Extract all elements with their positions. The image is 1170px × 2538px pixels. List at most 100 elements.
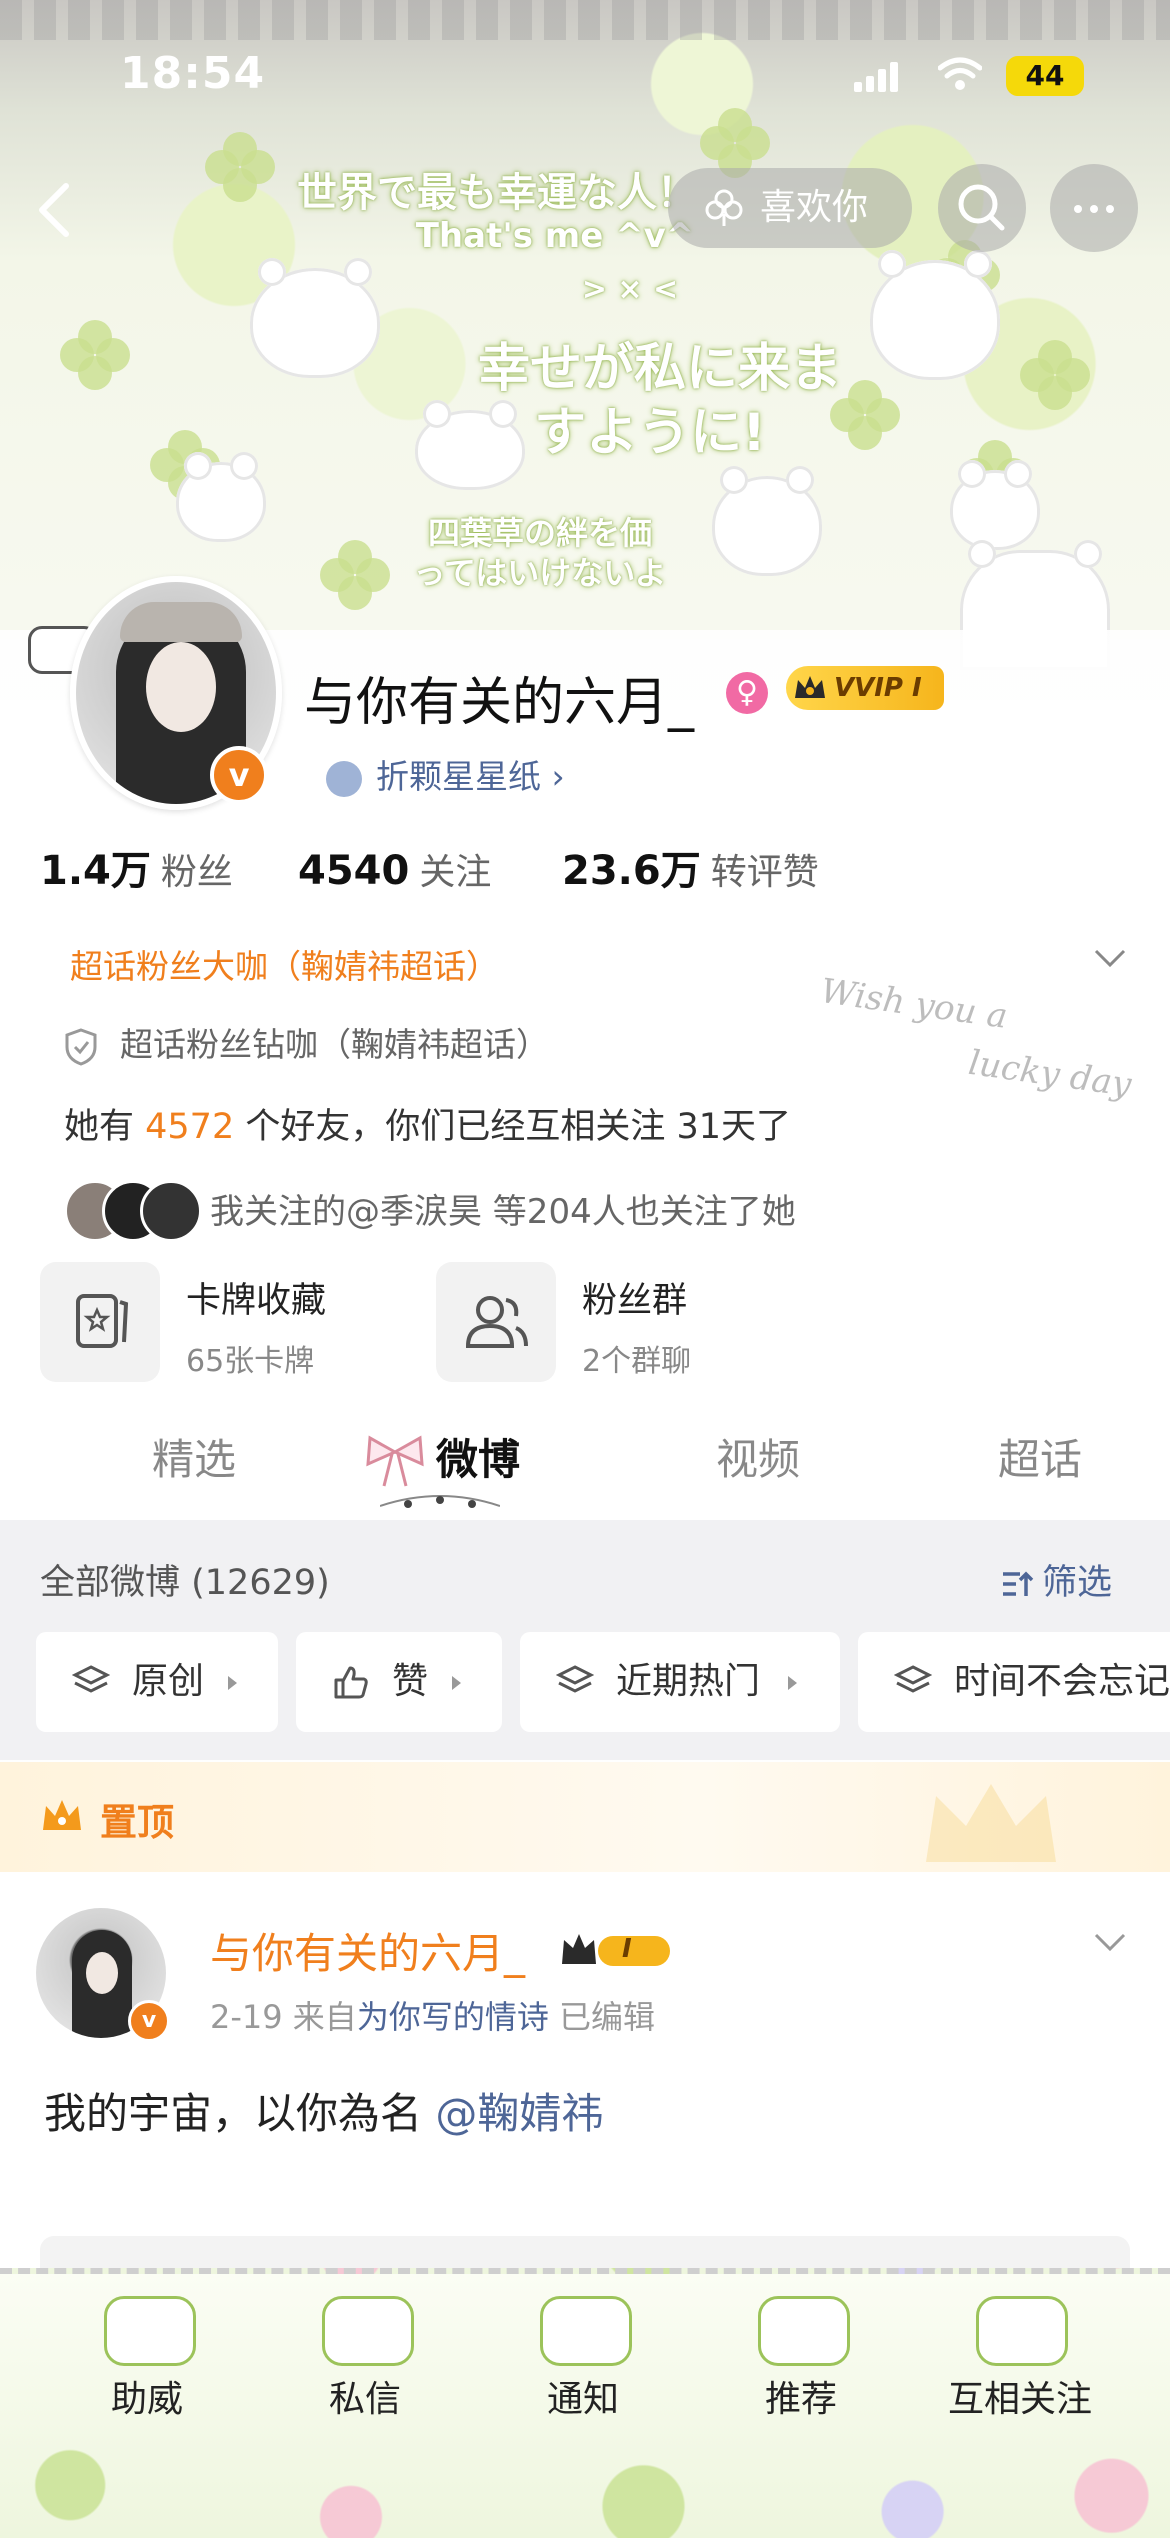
chip-recent-hot-label: 近期热门 xyxy=(616,1661,761,1702)
interactions-stat[interactable]: 23.6万 转评赞 xyxy=(562,846,819,898)
music-notes-icon xyxy=(380,1495,500,1508)
tab-supertopic[interactable]: 超话 xyxy=(998,1426,1082,1487)
post-meta: 2-19 来自为你写的情诗 已编辑 xyxy=(210,1992,655,2038)
mutual-followers-text[interactable]: 我关注的@季涙昊 等204人也关注了她 xyxy=(210,1184,796,1233)
chip-time-collection[interactable]: 时间不会忘记 xyxy=(858,1632,1170,1732)
filter-icon xyxy=(1003,1571,1034,1596)
post-edited-label: 已编辑 xyxy=(548,1998,656,2036)
vip-label: VVIP I xyxy=(834,673,922,703)
bottom-notify-button[interactable]: 通知 xyxy=(506,2370,660,2422)
interactions-label: 转评赞 xyxy=(710,852,819,893)
caret-right-icon xyxy=(452,1676,461,1690)
cellular-signal-icon xyxy=(854,62,898,92)
followers-stat[interactable]: 1.4万 粉丝 xyxy=(40,846,233,898)
like-you-button[interactable]: 喜欢你 xyxy=(668,168,912,248)
post-text: 我的宇宙，以你為名 @鞠婧祎 xyxy=(44,2080,603,2141)
crown-icon xyxy=(795,676,825,698)
chevron-down-icon[interactable] xyxy=(1092,1930,1128,1954)
wifi-icon xyxy=(938,57,982,90)
post-verified-badge: v xyxy=(128,2000,170,2042)
layers-icon xyxy=(556,1665,594,1693)
followers-label: 粉丝 xyxy=(160,852,233,893)
post-mention-link[interactable]: @鞠婧祎 xyxy=(435,2089,603,2138)
search-button[interactable] xyxy=(938,164,1026,252)
filter-label: 筛选 xyxy=(1042,1563,1113,1603)
post-vip-badge xyxy=(562,1934,670,1966)
like-you-label: 喜欢你 xyxy=(760,187,869,228)
clover-decoration xyxy=(1020,340,1090,410)
crown-watermark-icon xyxy=(926,1784,1056,1862)
notification-icon xyxy=(540,2296,632,2366)
chip-time-collection-label: 时间不会忘记 xyxy=(954,1661,1170,1702)
post-vip-label: I xyxy=(622,1934,632,1964)
layers-icon xyxy=(72,1665,110,1693)
clover-outline-icon xyxy=(705,189,743,226)
caret-right-icon xyxy=(228,1676,237,1690)
card-collection-tile[interactable] xyxy=(40,1262,160,1382)
banner-text: 世界で最も幸運な人！ xyxy=(297,170,697,216)
cheer-icon xyxy=(104,2296,196,2366)
mutual-follower-avatars[interactable] xyxy=(64,1180,202,1242)
supertopic-secondary-label: 超话粉丝钻咖（鞠婧祎超话） xyxy=(120,1025,549,1064)
bear-illustration xyxy=(870,250,1000,380)
fan-group-tile[interactable] xyxy=(436,1262,556,1382)
pinned-label: 置顶 xyxy=(100,1801,174,1844)
people-group-icon xyxy=(465,1296,528,1348)
bottom-mutual-follow-button[interactable]: 互相关注 xyxy=(930,2370,1110,2422)
supertopic-title-secondary[interactable]: 超话粉丝钻咖（鞠婧祎超话） xyxy=(64,1018,549,1072)
profile-name: 与你有关的六月_ xyxy=(304,673,695,733)
back-arrow-icon[interactable] xyxy=(30,180,80,240)
tab-featured[interactable]: 精选 xyxy=(152,1426,236,1487)
post-source-link[interactable]: 为你写的情诗 xyxy=(357,1998,549,2036)
supertopic-title-primary[interactable]: 超话粉丝大咖（鞠婧祎超话） xyxy=(70,940,499,988)
more-options-button[interactable] xyxy=(1050,164,1138,252)
tab-videos[interactable]: 视频 xyxy=(716,1426,800,1487)
bottom-cheer-button[interactable]: 助威 xyxy=(70,2370,224,2422)
verified-badge: v xyxy=(210,746,268,804)
bottom-recommend-button[interactable]: 推荐 xyxy=(724,2370,878,2422)
search-icon xyxy=(958,184,1005,231)
interactions-count: 23.6万 xyxy=(562,848,701,894)
following-count: 4540 xyxy=(298,848,410,894)
bear-illustration xyxy=(176,452,266,542)
card-icon xyxy=(76,1294,129,1348)
card-collection-subtitle: 65张卡牌 xyxy=(186,1344,315,1379)
post-body: 我的宇宙，以你為名 xyxy=(44,2089,436,2138)
chip-original[interactable]: 原创 xyxy=(36,1632,278,1732)
bow-icon xyxy=(366,1435,424,1487)
filter-button[interactable]: 筛选 xyxy=(1000,1554,1112,1605)
fan-group-title[interactable]: 粉丝群 xyxy=(582,1272,687,1323)
recommend-icon xyxy=(758,2296,850,2366)
chip-recent-hot[interactable]: 近期热门 xyxy=(520,1632,840,1732)
bear-illustration xyxy=(950,460,1040,550)
bottom-message-button[interactable]: 私信 xyxy=(288,2370,442,2422)
all-posts-count: 全部微博 (12629) xyxy=(40,1563,330,1603)
followers-count: 1.4万 xyxy=(40,848,151,894)
banner-text: ってはいけないよ xyxy=(413,554,667,592)
layers-icon xyxy=(894,1665,932,1693)
banner-stitch-border xyxy=(0,0,1170,40)
star-paper-icon xyxy=(326,760,362,797)
thumbs-up-icon xyxy=(334,1666,368,1699)
post-author-name[interactable]: 与你有关的六月_ xyxy=(210,1920,525,1981)
tab-weibo[interactable]: 微博 xyxy=(436,1426,520,1487)
card-collection-title[interactable]: 卡牌收藏 xyxy=(186,1272,326,1323)
clover-decoration xyxy=(60,320,130,390)
friends-prefix: 她有 xyxy=(64,1107,146,1147)
message-icon xyxy=(322,2296,414,2366)
following-stat[interactable]: 4540 关注 xyxy=(298,846,491,898)
star-paper-link[interactable]: 折颗星星纸 › xyxy=(326,752,565,802)
vip-badge[interactable]: VVIP I xyxy=(786,666,944,710)
chevron-down-icon[interactable] xyxy=(1092,946,1128,970)
crown-icon xyxy=(43,1800,81,1830)
mutual-follow-icon xyxy=(976,2296,1068,2366)
post-date: 2-19 xyxy=(210,1998,283,2036)
chip-original-label: 原创 xyxy=(132,1661,205,1702)
shield-icon xyxy=(65,1027,97,1066)
friends-summary: 她有 4572 个好友，你们已经互相关注 31天了 xyxy=(64,1098,791,1149)
post-from-label: 来自 xyxy=(282,1998,357,2036)
fan-group-subtitle: 2个群聊 xyxy=(582,1344,692,1379)
caret-right-icon xyxy=(788,1676,797,1690)
bear-illustration xyxy=(250,258,380,378)
chip-liked[interactable]: 赞 xyxy=(296,1632,502,1732)
